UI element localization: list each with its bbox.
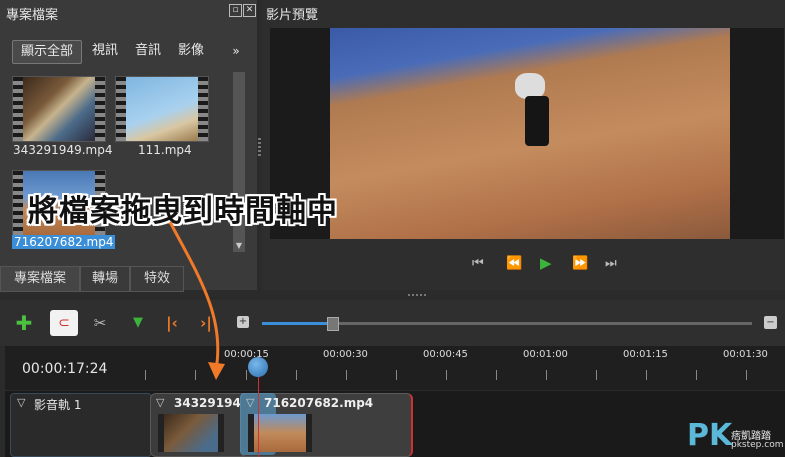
video-frame: [270, 28, 784, 239]
tick-label: 00:00:45: [423, 349, 468, 360]
more-filters-icon[interactable]: »: [228, 40, 244, 62]
splitter-handle[interactable]: [408, 294, 428, 296]
current-time: 00:00:17:24: [22, 361, 108, 377]
tab-transitions[interactable]: 轉場: [80, 266, 130, 292]
clip-title: 343291949: [174, 396, 250, 410]
filter-video-button[interactable]: 視訊: [88, 40, 122, 62]
tick: [145, 370, 146, 380]
tick: [596, 370, 597, 380]
add-marker-icon[interactable]: ▼: [126, 312, 150, 334]
float-icon[interactable]: ▫: [229, 4, 242, 17]
jump-end-icon[interactable]: ⏭: [605, 256, 617, 271]
file-name: 343291949.mp4: [13, 143, 113, 157]
tick: [246, 370, 247, 380]
tick-label: 00:01:15: [623, 349, 668, 360]
tick: [346, 370, 347, 380]
close-icon[interactable]: ✕: [243, 4, 256, 17]
tick: [646, 370, 647, 380]
tick-label: 00:01:30: [723, 349, 768, 360]
clip-menu-icon[interactable]: ▽: [156, 396, 164, 409]
zoom-out-icon[interactable]: −: [764, 316, 777, 329]
clip-thumbnail: [158, 414, 224, 452]
snap-magnet-icon[interactable]: ⊂: [50, 310, 78, 336]
tick: [546, 370, 547, 380]
watermark-url: pkstep.com: [731, 440, 784, 450]
clip-menu-icon[interactable]: ▽: [246, 396, 254, 409]
tab-project-files[interactable]: 專案檔案: [0, 266, 80, 292]
razor-cut-icon[interactable]: ✂: [88, 312, 112, 334]
file-thumbnail-111[interactable]: [115, 76, 209, 142]
drag-arrow: [168, 221, 225, 380]
splitter-handle[interactable]: [258, 138, 261, 158]
add-track-icon[interactable]: ✚: [12, 312, 36, 334]
tick-label: 00:01:00: [523, 349, 568, 360]
play-icon[interactable]: ▶: [540, 254, 552, 272]
track-name: 影音軌 1: [34, 398, 82, 412]
tick: [696, 370, 697, 380]
fast-forward-icon[interactable]: ⏩: [572, 256, 588, 271]
tick: [446, 370, 447, 380]
tick-label: 00:00:30: [323, 349, 368, 360]
filter-image-button[interactable]: 影像: [174, 40, 208, 62]
file-name-selected: 716207682.mp4: [12, 235, 116, 249]
filter-audio-button[interactable]: 音訊: [131, 40, 165, 62]
tick: [496, 370, 497, 380]
jump-start-icon[interactable]: ⏮: [472, 256, 484, 271]
playhead-handle[interactable]: [248, 357, 268, 377]
file-name: 111.mp4: [138, 143, 192, 157]
preview-title: 影片預覽: [266, 8, 319, 23]
tick: [746, 370, 747, 380]
track-menu-icon[interactable]: ▽: [17, 396, 25, 409]
file-thumbnail-343291949[interactable]: [12, 76, 106, 142]
tick: [396, 370, 397, 380]
watermark-logo: PK: [687, 418, 733, 453]
zoom-slider-handle[interactable]: [327, 317, 339, 331]
rewind-icon[interactable]: ⏪: [506, 256, 522, 271]
filter-all-button[interactable]: 顯示全部: [12, 40, 82, 64]
timeline-ruler[interactable]: [5, 346, 785, 390]
project-files-title: 專案檔案: [6, 8, 59, 23]
tick: [296, 370, 297, 380]
zoom-slider-fill: [262, 322, 332, 325]
clip-title: 716207682.mp4: [264, 396, 374, 410]
